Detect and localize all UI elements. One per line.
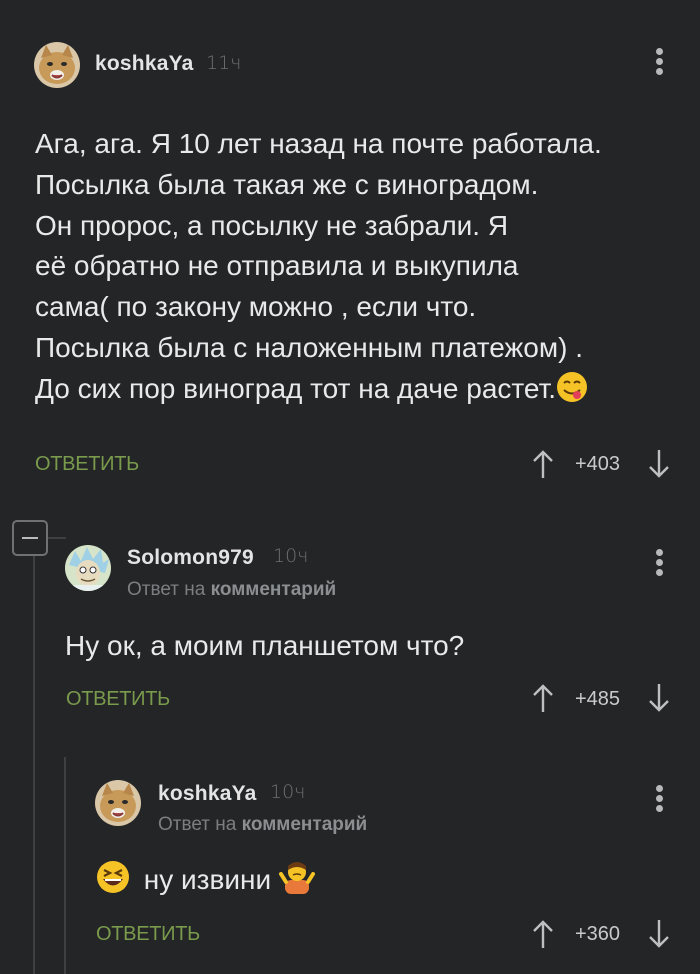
comment-time: 10ч (273, 545, 309, 567)
avatar[interactable] (95, 780, 141, 826)
cat-avatar-image (34, 42, 80, 88)
thread-line[interactable] (33, 556, 35, 974)
rick-avatar-image (65, 545, 111, 591)
reply-target-link[interactable]: комментарий (211, 579, 337, 600)
downvote-arrow-icon[interactable] (648, 449, 670, 479)
vote-score: +485 (575, 688, 621, 710)
person-shrugging-emoji (278, 860, 315, 906)
comment-text: Ага, ага. Я 10 лет назад на почте работа… (35, 124, 602, 415)
thread-line[interactable] (64, 757, 66, 974)
upvote-arrow-icon[interactable] (532, 683, 554, 713)
vote-score: +403 (575, 453, 621, 475)
cat-avatar-image (95, 780, 141, 826)
downvote-arrow-icon[interactable] (648, 683, 670, 713)
comment-line: Посылка была такая же с виноградом. (35, 168, 539, 200)
comment-line: её обратно не отправила и выкупила (35, 250, 519, 282)
comment-text: ну извини (96, 860, 315, 906)
more-options-icon[interactable] (649, 48, 669, 82)
vote-score: +360 (575, 923, 621, 945)
more-options-icon[interactable] (649, 549, 669, 583)
comment-line: Посылка была с наложенным платежом) . (35, 331, 583, 363)
reply-button[interactable]: ОТВЕТИТЬ (96, 923, 200, 946)
comment-line: сама( по закону можно , если что. (35, 291, 477, 323)
username[interactable]: koshkaYa (158, 782, 257, 806)
comment-line: До сих пор виноград тот на даче растет. (35, 369, 602, 415)
upvote-arrow-icon[interactable] (532, 919, 554, 949)
thread-connector (46, 537, 66, 539)
comment-text-body: ну извини (143, 864, 272, 895)
laughing-face-emoji (96, 860, 130, 906)
avatar[interactable] (65, 545, 111, 591)
comment-line: Ага, ага. Я 10 лет назад на почте работа… (35, 128, 602, 159)
yum-face-emoji (556, 371, 588, 415)
upvote-arrow-icon[interactable] (532, 449, 554, 479)
reply-to-label: Ответ на комментарий (127, 579, 336, 601)
reply-button[interactable]: ОТВЕТИТЬ (66, 688, 170, 711)
more-options-icon[interactable] (649, 785, 669, 819)
reply-target-link[interactable]: комментарий (242, 814, 368, 835)
comment-text: Ну ок, а моим планшетом что? (65, 630, 465, 661)
avatar[interactable] (34, 42, 80, 88)
reply-prefix: Ответ на (127, 579, 206, 600)
collapse-thread-button[interactable] (12, 520, 48, 556)
comment-time: 11ч (206, 52, 242, 74)
reply-prefix: Ответ на (158, 814, 237, 835)
comment-time: 10ч (270, 781, 306, 803)
comment-line: Он пророс, а посылку не забрали. Я (35, 209, 509, 241)
reply-button[interactable]: ОТВЕТИТЬ (35, 453, 139, 476)
downvote-arrow-icon[interactable] (648, 919, 670, 949)
comment-line-text: До сих пор виноград тот на даче растет. (35, 372, 557, 404)
username[interactable]: koshkaYa (95, 52, 194, 76)
minus-icon (22, 537, 38, 539)
reply-to-label: Ответ на комментарий (158, 814, 367, 836)
username[interactable]: Solomon979 (127, 546, 254, 570)
